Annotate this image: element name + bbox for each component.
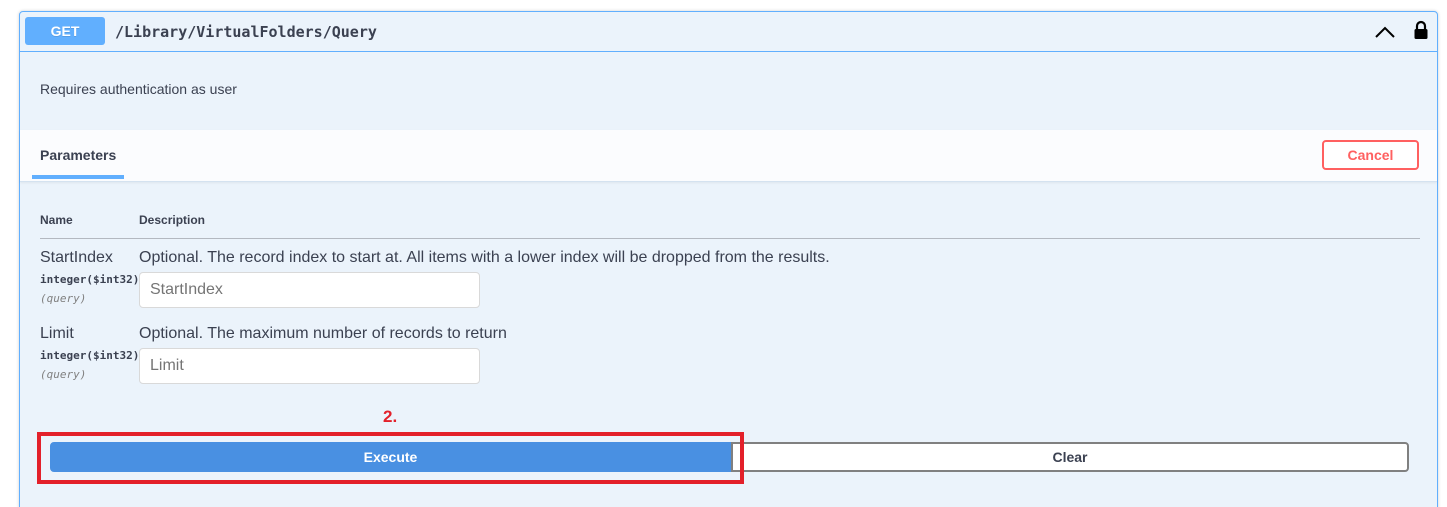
- column-header-description: Description: [139, 213, 206, 227]
- operation-description: Requires authentication as user: [40, 81, 237, 97]
- column-header-name: Name: [40, 213, 73, 227]
- table-header-divider: [40, 238, 1420, 239]
- param-name-startindex: StartIndex: [40, 249, 113, 266]
- clear-button[interactable]: Clear: [731, 442, 1409, 472]
- cancel-button[interactable]: Cancel: [1322, 140, 1419, 170]
- step-annotation-label: 2.: [383, 407, 398, 426]
- operation-summary[interactable]: GET /Library/VirtualFolders/Query: [20, 12, 1437, 52]
- tab-active-indicator: [32, 175, 124, 179]
- param-description: Optional. The record index to start at. …: [139, 249, 830, 266]
- parameters-header: Parameters Cancel: [20, 130, 1437, 182]
- http-method-badge: GET: [25, 17, 105, 45]
- param-type: integer($int32): [40, 273, 140, 286]
- chevron-up-icon[interactable]: [1374, 23, 1396, 41]
- endpoint-path: /Library/VirtualFolders/Query: [115, 23, 377, 41]
- limit-input[interactable]: [139, 348, 480, 384]
- operation-block: GET /Library/VirtualFolders/Query Requir…: [19, 11, 1438, 507]
- startindex-input[interactable]: [139, 272, 480, 308]
- param-name-limit: Limit: [40, 325, 74, 342]
- param-location: (query): [40, 292, 87, 305]
- param-type: integer($int32): [40, 349, 140, 362]
- param-description: Optional. The maximum number of records …: [139, 325, 507, 342]
- lock-icon[interactable]: [1413, 20, 1429, 40]
- tab-parameters[interactable]: Parameters: [40, 147, 116, 163]
- execute-button[interactable]: Execute: [50, 442, 731, 472]
- param-location: (query): [40, 368, 87, 381]
